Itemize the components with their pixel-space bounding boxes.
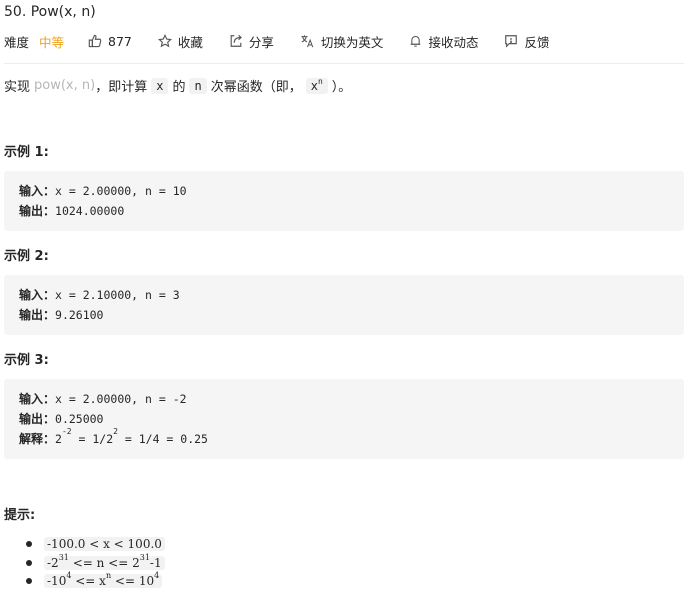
example-1-output: 输出：1024.00000 (19, 202, 124, 219)
constraint-exponent: 31 (58, 552, 69, 562)
explain-end: = 1/4 = 0.25 (117, 432, 208, 446)
description-text: ，即计算 (95, 80, 148, 95)
translate-button[interactable]: 切换为英文 (300, 32, 384, 51)
constraint-part: -2 (47, 555, 59, 570)
constraint-exponent: 4 (154, 571, 160, 581)
hints-title: 提示: (4, 508, 36, 523)
problem-meta-bar: 难度 中等 877 收藏 分享 切换为英文 接收动态 反馈 (4, 32, 575, 50)
bullet-icon (26, 578, 32, 585)
example-3-input: 输入：x = 2.00000, n = -2 (19, 390, 187, 407)
constraint-item: -104 <= xn <= 104 (26, 571, 165, 591)
bullet-icon (26, 541, 32, 548)
constraints-list: -100.0 < x < 100.0 -231 <= n <= 231-1 -1… (26, 535, 165, 591)
like-button[interactable]: 877 (88, 34, 132, 49)
problem-description: 实现 pow(x, n) ，即计算 x 的 n 次幂函数（即， xn ）。 (4, 76, 352, 96)
example-2-output: 输出：9.26100 (19, 306, 103, 323)
output-value: 9.26100 (55, 308, 104, 322)
constraint-code: -100.0 < x < 100.0 (44, 537, 165, 552)
share-label: 分享 (248, 34, 274, 50)
example-2-input: 输入：x = 2.10000, n = 3 (19, 286, 180, 303)
example-1-input: 输入：x = 2.00000, n = 10 (19, 182, 187, 199)
output-label: 输出： (19, 204, 56, 218)
xn-exponent: n (317, 76, 323, 86)
output-label: 输出： (19, 308, 56, 322)
description-text: ）。 (331, 80, 352, 95)
example-3-output: 输出：0.25000 (19, 410, 103, 427)
subscribe-label: 接收动态 (428, 34, 479, 50)
difficulty-label: 难度 (4, 34, 30, 50)
output-value: 1024.00000 (55, 204, 125, 218)
constraint-part: -10 (47, 574, 67, 589)
example-1-box: 输入：x = 2.00000, n = 10 输出：1024.00000 (4, 171, 684, 231)
constraint-code: -104 <= xn <= 104 (44, 571, 163, 589)
inline-code-n: n (189, 77, 207, 94)
inline-code-xn: xn (305, 76, 328, 94)
example-2-title: 示例 2: (4, 249, 49, 264)
description-text: 的 (172, 80, 186, 95)
input-value: x = 2.00000, n = -2 (55, 392, 187, 406)
divider (4, 63, 684, 64)
share-icon (230, 34, 242, 47)
favorite-label: 收藏 (177, 34, 203, 50)
feedback-icon (505, 35, 518, 48)
inline-code-x: x (151, 77, 169, 94)
input-value: x = 2.10000, n = 3 (55, 288, 180, 302)
constraint-item: -231 <= n <= 231-1 (26, 552, 165, 573)
constraint-part: <= 10 (111, 574, 155, 589)
feedback-button[interactable]: 反馈 (504, 32, 549, 51)
input-label: 输入： (19, 184, 56, 198)
example-3-explanation: 解释：2-2 = 1/22 = 1/4 = 0.25 (19, 427, 208, 447)
subscribe-button[interactable]: 接收动态 (409, 32, 478, 51)
problem-title: 50. Pow(x, n) (4, 4, 96, 20)
constraint-exponent: n (105, 571, 112, 581)
constraint-code: -231 <= n <= 231-1 (44, 552, 165, 570)
explain-middle: = 1/2 (71, 432, 114, 446)
explain-base: 2 (55, 432, 62, 446)
example-3-box: 输入：x = 2.00000, n = -2 输出：0.25000 解释：2-2… (4, 379, 684, 459)
translate-label: 切换为英文 (320, 34, 384, 50)
star-icon (157, 34, 172, 48)
bell-icon (411, 36, 421, 47)
explain-exponent: -2 (61, 427, 72, 436)
constraint-exponent: 31 (139, 552, 150, 562)
example-1-title: 示例 1: (4, 145, 49, 160)
explain-label: 解释： (19, 432, 56, 446)
example-3-title: 示例 3: (4, 353, 49, 368)
translate-icon (301, 35, 314, 48)
constraint-item: -100.0 < x < 100.0 (26, 535, 165, 554)
output-label: 输出： (19, 412, 56, 426)
constraint-exponent: 4 (66, 571, 72, 581)
difficulty-badge: 中等 (39, 34, 65, 50)
output-value: 0.25000 (55, 412, 104, 426)
feedback-label: 反馈 (524, 34, 550, 50)
xn-base: x (310, 78, 318, 93)
input-label: 输入： (19, 288, 56, 302)
input-label: 输入： (19, 392, 56, 406)
bullet-icon (26, 559, 32, 566)
example-2-box: 输入：x = 2.10000, n = 3 输出：9.26100 (4, 275, 684, 335)
constraint-part: <= x (71, 574, 106, 589)
pow-link: pow(x, n) (34, 78, 96, 93)
share-button[interactable]: 分享 (229, 32, 274, 51)
description-text: 次幂函数（即， (210, 80, 302, 95)
explain-exponent-2: 2 (113, 427, 118, 436)
like-count: 877 (108, 33, 132, 49)
favorite-button[interactable]: 收藏 (157, 32, 203, 51)
thumbs-up-icon (88, 34, 102, 48)
input-value: x = 2.00000, n = 10 (55, 184, 187, 198)
description-text: 实现 (4, 80, 31, 95)
constraint-part: -1 (149, 555, 162, 570)
constraint-part: <= n <= 2 (68, 555, 140, 570)
